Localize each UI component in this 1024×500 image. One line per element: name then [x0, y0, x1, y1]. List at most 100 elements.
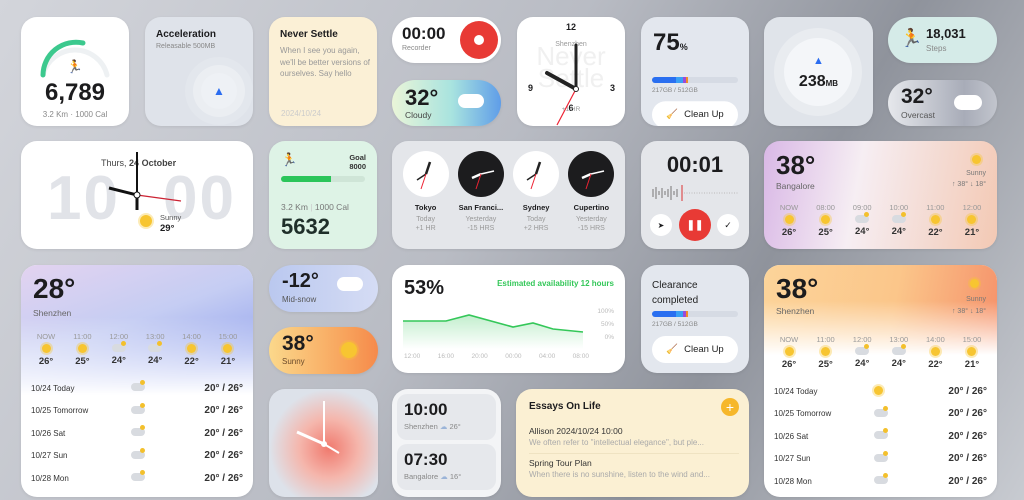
goal-label: Goal 8000	[349, 153, 366, 171]
weather-overcast-widget[interactable]: 32° Overcast	[888, 80, 997, 126]
day-label: 10/24 Today	[31, 383, 75, 393]
hour-temp: 24°	[855, 226, 870, 237]
partly-cloudy-icon	[131, 425, 145, 437]
partly-cloudy-icon	[891, 212, 906, 223]
bangalore-hi: ↑ 38°	[951, 181, 969, 188]
hour-label: 11:00	[816, 335, 835, 344]
partly-cloudy-icon	[874, 450, 888, 462]
hour-label: 12:00	[962, 203, 982, 212]
world-clocks-widget[interactable]: Tokyo Today +1 HR San Franci... Yesterda…	[392, 141, 625, 249]
analog-clock-widget[interactable]: Never Settle 12 6 9 3 Shenzhen +1 HR	[517, 17, 625, 126]
daily-row[interactable]: 10/28 Mon 20° / 26°	[21, 467, 253, 490]
note-date: 2024/10/24	[281, 109, 322, 118]
storage-bar	[652, 77, 738, 83]
sunny-cond: Sunny	[282, 357, 305, 366]
time-list-widget[interactable]: 10:00 Shenzhen ☁ 26° 07:30 Bangalore ☁ 16°	[392, 389, 501, 497]
hourly-forecast: NOW 26° 11:00 25° 12:00 24° 13:00 24° 14:00 22° 15…	[21, 332, 253, 367]
storage-widget[interactable]: 75% 217GB / 512GB 🧹 Clean Up	[641, 17, 749, 126]
y-tick: 100%	[597, 308, 614, 315]
sun-icon	[874, 385, 883, 395]
world-clock-face	[513, 151, 560, 197]
add-essay-button[interactable]: +	[721, 398, 739, 416]
world-clock-item[interactable]: San Franci... Yesterday -15 HRS	[455, 141, 507, 249]
x-tick: 08:00	[572, 353, 589, 360]
world-clock-item[interactable]: Cupertino Yesterday -15 HRS	[565, 141, 617, 249]
pause-icon: ❚❚	[686, 219, 704, 231]
clock-hands	[108, 152, 182, 210]
world-clock-item[interactable]: Sydney Today +2 HRS	[510, 141, 562, 249]
hour-label: 13:00	[889, 335, 909, 344]
recorder-widget[interactable]: 00:00 Recorder	[392, 17, 501, 63]
hour-label: 15:00	[962, 335, 982, 344]
hour-label: 10:00	[889, 203, 909, 212]
recorder-active-widget[interactable]: 00:01 ➤ ❚❚ ✓	[641, 141, 749, 249]
daily-row[interactable]: 10/25 Tomorrow 20° / 26°	[21, 400, 253, 423]
world-clock-item[interactable]: Tokyo Today +1 HR	[400, 141, 452, 249]
world-clock-city: Cupertino	[573, 203, 610, 212]
weather-shenzhen-28-widget[interactable]: 28° Shenzhen NOW 26° 11:00 25° 12:00 24° 13:00…	[21, 265, 253, 497]
daily-row[interactable]: 10/24 Today 20° / 26°	[764, 380, 997, 403]
hour-label: 15:00	[218, 332, 238, 341]
shenzhen38-city: Shenzhen	[776, 306, 815, 316]
goal-stats: 3.2 Km | 1000 Cal	[281, 202, 349, 212]
save-button[interactable]: ✓	[717, 214, 739, 236]
daily-row[interactable]: 10/24 Today 20° / 26°	[21, 377, 253, 400]
battery-widget[interactable]: 53% Estimated availability 12 hours 100%…	[392, 265, 625, 373]
pause-button[interactable]: ❚❚	[679, 209, 711, 241]
hourly-item: 10:00 24°	[884, 203, 914, 238]
weather-sunny-widget[interactable]: 38° Sunny	[269, 327, 378, 374]
steps-pill-value: 18,031	[926, 26, 966, 41]
daily-row[interactable]: 10/26 Sat 20° / 26°	[764, 425, 997, 448]
big-clock-widget[interactable]: 10 00 Thurs, 24 October Sunny 29°	[21, 141, 253, 249]
essay-item[interactable]: Allison 2024/10/24 10:00 We often refer t…	[529, 422, 739, 454]
daily-row[interactable]: 10/27 Sun 20° / 26°	[764, 448, 997, 471]
clean-up-label: Clean Up	[684, 109, 724, 121]
flag-icon: ➤	[657, 220, 665, 230]
flag-button[interactable]: ➤	[650, 214, 672, 236]
memory-widget[interactable]: ▲ 238MB	[764, 17, 873, 126]
sun-icon	[223, 344, 233, 353]
shenzhen-city: Shenzhen	[33, 308, 72, 318]
cloud-icon	[954, 95, 982, 110]
pink-clock-widget[interactable]	[269, 389, 378, 497]
clock-hands	[545, 43, 579, 126]
clock-weather-temp: 29°	[160, 223, 175, 234]
essay-item[interactable]: Spring Tour Plan When there is no sunshin…	[529, 454, 739, 485]
daily-row[interactable]: 10/28 Mon 20° / 26°	[764, 470, 997, 493]
bangalore-temp: 38°	[776, 150, 816, 180]
essays-widget[interactable]: Essays On Life + Allison 2024/10/24 10:0…	[516, 389, 749, 497]
sun-icon	[41, 344, 51, 353]
weather-bangalore-widget[interactable]: 38° Bangalore Sunny ↑ 38° ↓ 18° NOW 26° 08…	[764, 141, 997, 249]
daily-row[interactable]: 10/25 Tomorrow 20° / 26°	[764, 403, 997, 426]
acceleration-sub: Releasable 500MB	[156, 43, 216, 50]
note-widget[interactable]: Never Settle When I see you again, we'll…	[269, 17, 377, 126]
rocket-icon[interactable]: ▲	[201, 73, 237, 109]
hour-temp: 25°	[818, 359, 833, 370]
steps-pill-widget[interactable]: 🏃 18,031 Steps	[888, 17, 997, 63]
world-clock-face	[402, 151, 449, 197]
daily-row[interactable]: 10/26 Sat 20° / 26°	[21, 422, 253, 445]
partly-cloudy-icon	[131, 402, 145, 414]
time-list-item[interactable]: 07:30 Bangalore ☁ 16°	[397, 444, 496, 490]
world-clock-face	[568, 151, 615, 197]
clean-up-button[interactable]: 🧹 Clean Up	[652, 101, 738, 126]
weather-cloudy-widget[interactable]: 32° Cloudy	[392, 80, 501, 126]
clearance-widget[interactable]: Clearance completed 217GB / 512GB 🧹 Clean…	[641, 265, 749, 373]
hour-label: 13:00	[145, 332, 165, 341]
hourly-forecast: NOW 26° 11:00 25° 12:00 24° 13:00 24° 14:00 22° 15…	[764, 335, 997, 370]
weather-snow-widget[interactable]: -12° Mid-snow	[269, 265, 378, 312]
memory-circle[interactable]	[784, 38, 852, 106]
goal-widget[interactable]: 🏃 Goal 8000 3.2 Km | 1000 Cal 5632	[269, 141, 377, 249]
acceleration-widget[interactable]: Acceleration Releasable 500MB ▲	[145, 17, 253, 126]
weather-shenzhen-38-widget[interactable]: 38° Shenzhen Sunny ↑ 38° ↓ 18° NOW 26° 11:…	[764, 265, 997, 497]
essay-title: Spring Tour Plan	[529, 458, 592, 468]
sun-icon	[821, 215, 831, 224]
day-range: 20° / 26°	[204, 472, 243, 484]
hour-temp: 24°	[891, 226, 906, 237]
record-button[interactable]	[460, 21, 498, 59]
daily-row[interactable]: 10/27 Sun 20° / 26°	[21, 445, 253, 468]
time-list-item[interactable]: 10:00 Shenzhen ☁ 26°	[397, 394, 496, 440]
hourly-item: 14:00 22°	[920, 335, 950, 370]
clean-up-button[interactable]: 🧹 Clean Up	[652, 336, 738, 363]
steps-ring-widget[interactable]: 🏃 6,789 3.2 Km · 1000 Cal	[21, 17, 129, 126]
